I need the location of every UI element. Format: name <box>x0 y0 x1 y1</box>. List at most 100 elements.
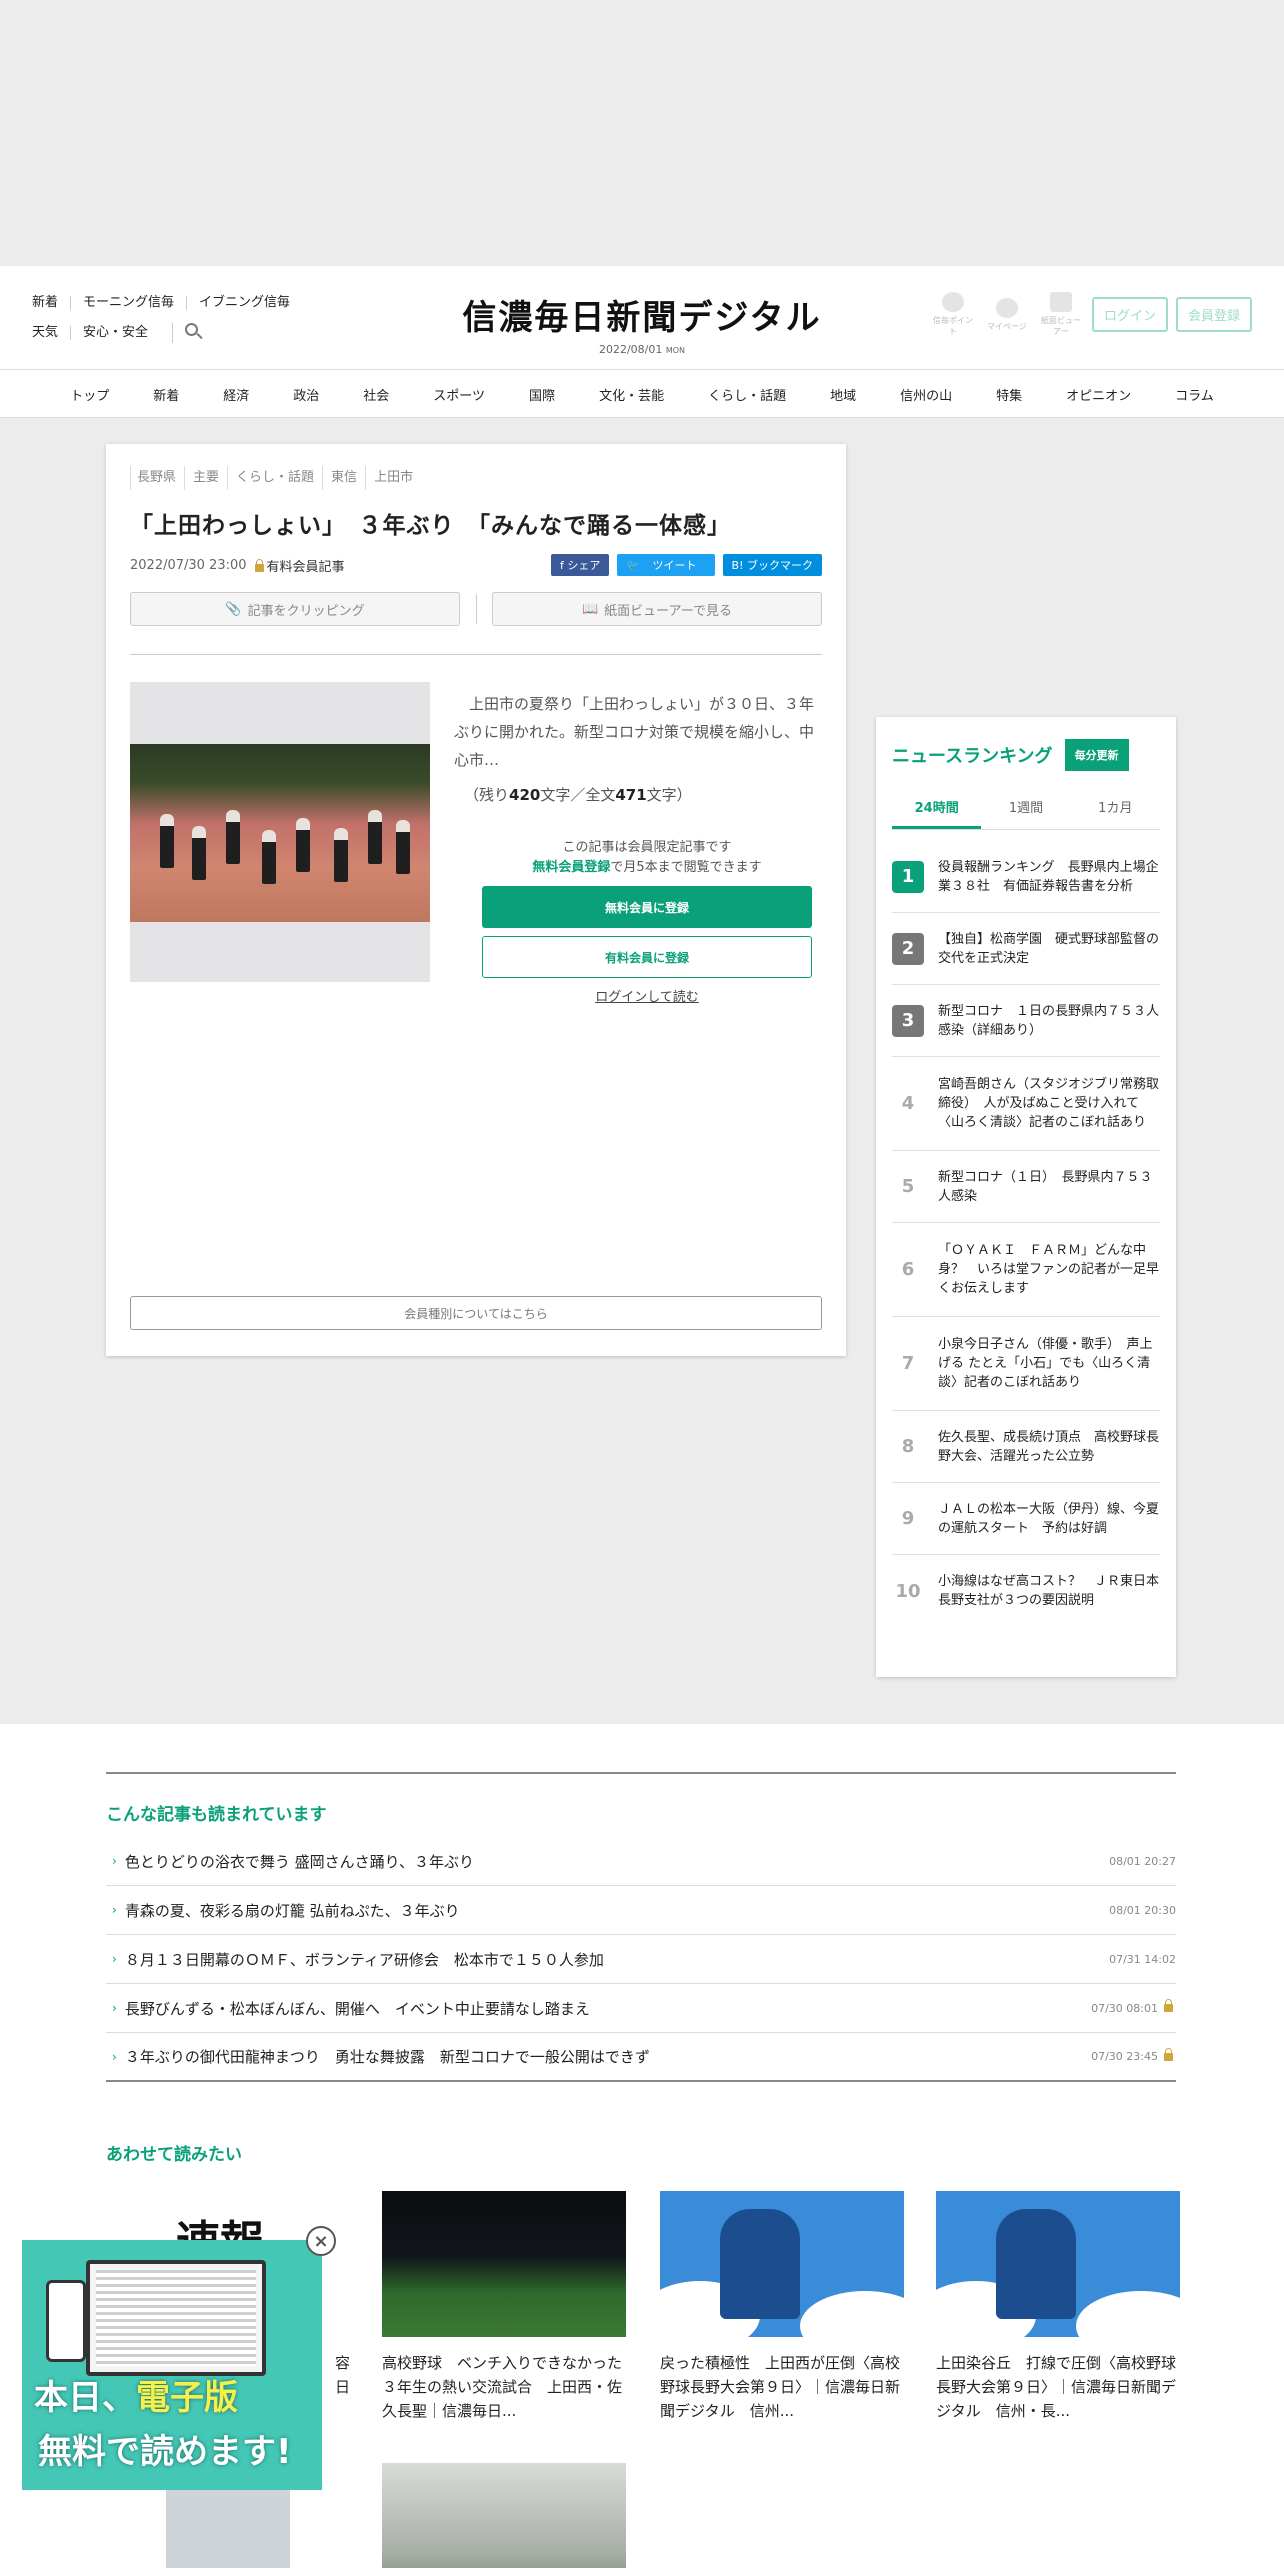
ranking-item-text: 小海線はなぜ高コスト？ ＪＲ東日本長野支社が３つの要因説明 <box>938 1574 1160 1608</box>
popular-item[interactable]: › ８月１３日開幕のＯＭＦ、ボランティア研修会 松本市で１５０人参加 07/31 1… <box>106 1935 1176 1984</box>
phone-graphic <box>46 2280 86 2362</box>
tab-1week[interactable]: 1週間 <box>981 797 1070 829</box>
nav-column[interactable]: コラム <box>1153 385 1236 404</box>
tab-1month[interactable]: 1カ月 <box>1071 797 1160 829</box>
header-date: 2022/08/01 MON <box>598 343 686 356</box>
search-button[interactable] <box>172 323 199 343</box>
article-date: 2022/07/30 23:00 <box>130 558 247 573</box>
breadcrumb-item[interactable]: くらし・話題 <box>227 466 322 490</box>
member-note: この記事は会員限定記事です 無料会員登録で月5本まで閲覧できます <box>532 840 762 875</box>
header-viewer-button[interactable]: 紙面ビューアー <box>1038 292 1084 337</box>
nav-mountain[interactable]: 信州の山 <box>878 385 974 404</box>
close-banner-button[interactable]: × <box>306 2226 336 2256</box>
nav-international[interactable]: 国際 <box>507 385 577 404</box>
header-point-button[interactable]: 信毎ポイント <box>930 292 976 337</box>
ranking-header: ニュースランキング 毎分更新 <box>892 739 1129 771</box>
paperclip-icon: 📎 <box>225 601 242 617</box>
breadcrumb-item[interactable]: 主要 <box>184 466 227 490</box>
login-read-link[interactable]: ログインして読む <box>482 986 812 1005</box>
related-card[interactable]: 戻った積極性 上田西が圧倒〈高校野球長野大会第９日〉｜信濃毎日新聞デジタル 信州… <box>660 2191 904 2423</box>
rank-number: 7 <box>901 1353 915 1374</box>
item-date: 07/30 08:01 <box>1091 1999 1176 2015</box>
nav-feature[interactable]: 特集 <box>974 385 1044 404</box>
related-title: あわせて読みたい <box>106 2145 242 2165</box>
paper-viewer-button[interactable]: 📖 紙面ビューアーで見る <box>492 592 822 626</box>
nav-opinion[interactable]: オピニオン <box>1044 385 1153 404</box>
breadcrumb: 長野県 主要 くらし・話題 東信 上田市 <box>130 466 421 490</box>
breadcrumb-item[interactable]: 東信 <box>322 466 365 490</box>
facebook-share-button[interactable]: f シェア <box>550 554 610 576</box>
ranking-item[interactable]: 10 小海線はなぜ高コスト？ ＪＲ東日本長野支社が３つの要因説明 <box>892 1555 1160 1627</box>
site-header: 新着 モーニング信毎 イブニング信毎 天気 安心・安全 信濃毎日新聞デジタル 2… <box>0 266 1284 370</box>
link-morning[interactable]: モーニング信毎 <box>70 296 186 310</box>
popular-item[interactable]: › ３年ぶりの御代田龍神まつり 勇壮な舞披露 新型コロナで一般公開はできず 07/3… <box>106 2033 1176 2082</box>
article-photo-frame[interactable] <box>130 682 430 982</box>
related-card[interactable]: 上田染谷丘 打線で圧倒〈高校野球長野大会第９日〉｜信濃毎日新聞デジタル 信州・長… <box>936 2191 1180 2423</box>
link-evening[interactable]: イブニング信毎 <box>186 296 302 310</box>
chevron-right-icon: › <box>112 1903 117 1917</box>
ranking-item[interactable]: 9 ＪＡＬの松本ー大阪（伊丹）線、今夏の運航スタート 予約は好調 <box>892 1483 1160 1555</box>
register-button[interactable]: 会員登録 <box>1175 297 1252 332</box>
ranking-item[interactable]: 8 佐久長聖、成長続け頂点 高校野球長野大会、活躍光った公立勢 <box>892 1411 1160 1483</box>
item-date: 08/01 20:30 <box>1109 1903 1176 1917</box>
top-ad-area <box>0 0 1284 266</box>
ranking-item[interactable]: 4 宮崎吾朗さん（スタジオジブリ常務取締役） 人が及ばぬこと受け入れて〈山ろく清談… <box>892 1057 1160 1151</box>
header-quick-links: 新着 モーニング信毎 イブニング信毎 天気 安心・安全 <box>32 288 302 348</box>
site-logo[interactable]: 信濃毎日新聞デジタル 2022/08/01 MON <box>462 290 822 356</box>
nav-society[interactable]: 社会 <box>341 385 411 404</box>
rank-number: 10 <box>895 1580 921 1602</box>
banner-line-1: 本日、電子版 <box>34 2378 238 2418</box>
article-excerpt: 上田市の夏祭り「上田わっしょい」が３０日、３年ぶりに開かれた。新型コロナ対策で規… <box>454 695 815 769</box>
e-edition-banner[interactable]: 本日、電子版 無料で読めます! <box>22 2240 322 2490</box>
clip-button[interactable]: 📎 記事をクリッピング <box>130 592 460 626</box>
member-type-button[interactable]: 会員種別についてはこちら <box>130 1296 822 1330</box>
rank-number: 9 <box>901 1508 915 1529</box>
related-card[interactable]: 高校野球 ベンチ入りできなかった３年生の熱い交流試合 上田西・佐久長聖｜信濃毎日… <box>382 2191 626 2423</box>
ranking-item-text: 「ＯＹＡＫＩ ＦＡＲＭ」どんな中身？ いろは堂ファンの記者が一足早くお伝えします <box>938 1243 1160 1296</box>
illustration-thumb <box>660 2191 904 2337</box>
breadcrumb-item[interactable]: 上田市 <box>365 466 421 490</box>
ranking-item[interactable]: 6 「ＯＹＡＫＩ ＦＡＲＭ」どんな中身？ いろは堂ファンの記者が一足早くお伝えしま… <box>892 1223 1160 1317</box>
free-register-button[interactable]: 無料会員に登録 <box>482 886 812 928</box>
chevron-right-icon: › <box>112 2049 117 2064</box>
global-nav: トップ 新着 経済 政治 社会 スポーツ 国際 文化・芸能 くらし・話題 地域 … <box>0 370 1284 418</box>
ranking-item-text: ＪＡＬの松本ー大阪（伊丹）線、今夏の運航スタート 予約は好調 <box>938 1501 1160 1536</box>
nav-top[interactable]: トップ <box>48 385 131 404</box>
header-mypage-button[interactable]: マイページ <box>984 297 1030 332</box>
popular-item[interactable]: › 青森の夏、夜彩る扇の灯籠 弘前ねぷた、３年ぶり 08/01 20:30 <box>106 1886 1176 1935</box>
popular-articles: こんな記事も読まれています › 色とりどりの浴衣で舞う 盛岡さんさ踊り、３年ぶり 0… <box>106 1772 1176 2082</box>
nav-economy[interactable]: 経済 <box>201 385 271 404</box>
popular-item[interactable]: › 長野びんずる・松本ぼんぼん、開催へ イベント中止要請なし踏まえ 07/30 08… <box>106 1984 1176 2033</box>
twitter-share-button[interactable]: 🐦 ツイート <box>617 554 715 576</box>
nav-culture[interactable]: 文化・芸能 <box>577 385 686 404</box>
popular-title: こんな記事も読まれています <box>106 1805 327 1825</box>
ranking-item[interactable]: 2 【独自】松商学園 硬式野球部監督の交代を正式決定 <box>892 913 1160 985</box>
nav-politics[interactable]: 政治 <box>271 385 341 404</box>
popular-item[interactable]: › 色とりどりの浴衣で舞う 盛岡さんさ踊り、３年ぶり 08/01 20:27 <box>106 1837 1176 1886</box>
ranking-item[interactable]: 5 新型コロナ（１日） 長野県内７５３人感染 <box>892 1151 1160 1223</box>
paywall-box: この記事は会員限定記事です 無料会員登録で月5本まで閲覧できます 無料会員に登録… <box>482 838 812 1005</box>
free-register-link[interactable]: 無料会員登録 <box>532 860 610 875</box>
ranking-item[interactable]: 3 新型コロナ １日の長野県内７５３人感染（詳細あり） <box>892 985 1160 1057</box>
paid-register-button[interactable]: 有料会員に登録 <box>482 936 812 978</box>
nav-sports[interactable]: スポーツ <box>411 385 507 404</box>
link-safety[interactable]: 安心・安全 <box>70 326 160 340</box>
login-button[interactable]: ログイン <box>1091 297 1168 332</box>
ranking-item-text: 【独自】松商学園 硬式野球部監督の交代を正式決定 <box>938 931 1160 966</box>
hatena-bookmark-button[interactable]: B! ブックマーク <box>722 554 822 576</box>
nav-region[interactable]: 地域 <box>808 385 878 404</box>
nav-life[interactable]: くらし・話題 <box>686 385 808 404</box>
tab-24h[interactable]: 24時間 <box>892 797 982 829</box>
nav-new[interactable]: 新着 <box>131 385 201 404</box>
rank-number: 3 <box>892 1004 924 1037</box>
breadcrumb-item[interactable]: 長野県 <box>130 466 184 490</box>
ranking-item[interactable]: 1 役員報酬ランキング 長野県内上場企業３８社 有価証券報告書を分析 <box>892 841 1160 913</box>
ranking-item-text: 小泉今日子さん（俳優・歌手） 声上げる たとえ「小石」でも〈山ろく清談〉記者のこ… <box>938 1337 1153 1390</box>
chevron-right-icon: › <box>112 1952 117 1966</box>
ranking-title: ニュースランキング <box>892 746 1053 767</box>
related-card[interactable] <box>382 2463 626 2568</box>
link-shinchaku[interactable]: 新着 <box>32 296 70 310</box>
card-title: 高校野球 ベンチ入りできなかった３年生の熱い交流試合 上田西・佐久長聖｜信濃毎日… <box>382 2354 623 2420</box>
ranking-item[interactable]: 7 小泉今日子さん（俳優・歌手） 声上げる たとえ「小石」でも〈山ろく清談〉記者の… <box>892 1317 1160 1411</box>
link-weather[interactable]: 天気 <box>32 326 70 340</box>
